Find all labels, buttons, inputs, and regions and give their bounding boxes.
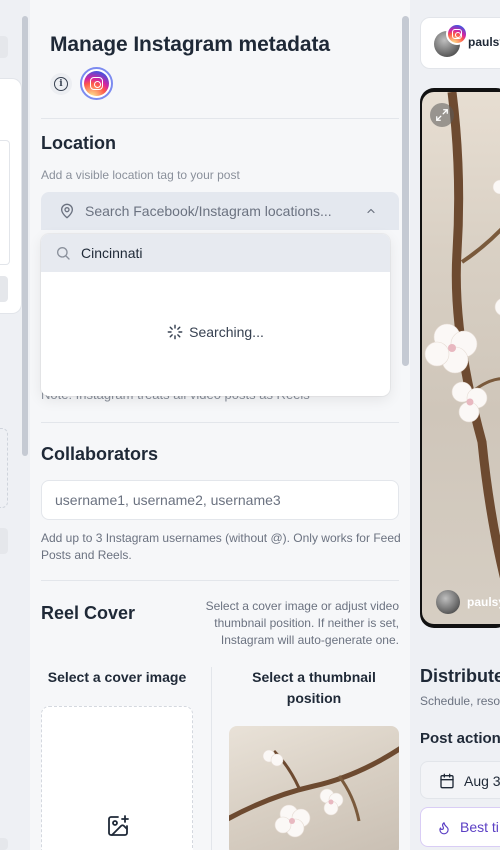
- panel-scrollbar[interactable]: [402, 16, 409, 366]
- image-plus-icon: [108, 815, 129, 836]
- avatar: [436, 590, 460, 614]
- distribute-subtitle: Schedule, reso: [420, 694, 500, 708]
- searching-text: Searching...: [189, 324, 264, 340]
- location-search-select[interactable]: Search Facebook/Instagram locations...: [41, 192, 399, 230]
- chevron-up-icon[interactable]: [365, 205, 377, 217]
- phone-preview: [420, 88, 500, 628]
- info-button[interactable]: i: [50, 73, 72, 95]
- cherry-blossom-image: [424, 92, 500, 579]
- cover-image-heading: Select a cover image: [47, 669, 187, 685]
- background-chip: [0, 36, 8, 58]
- search-icon: [57, 247, 70, 260]
- best-time-button[interactable]: Best ti: [420, 807, 500, 847]
- schedule-date-button[interactable]: Aug 3: [420, 761, 500, 799]
- section-divider: [41, 118, 399, 119]
- collaborators-title: Collaborators: [41, 444, 159, 464]
- cherry-blossom-image: [229, 746, 399, 838]
- thumbnail-preview-image[interactable]: [229, 726, 399, 850]
- schedule-date-label: Aug 3: [464, 773, 500, 789]
- calendar-icon: [440, 773, 454, 789]
- location-placeholder: Search Facebook/Instagram locations...: [85, 203, 332, 219]
- flame-icon: [439, 822, 449, 835]
- expand-preview-button[interactable]: [430, 103, 454, 127]
- background-chip: [0, 528, 8, 554]
- reel-cover-help: Select a cover image or adjust video thu…: [205, 599, 399, 647]
- expand-icon: [436, 109, 448, 121]
- instagram-badge-icon: [446, 23, 468, 45]
- cover-image-dropzone[interactable]: [41, 706, 193, 850]
- column-divider: [211, 667, 212, 850]
- location-subtitle: Add a visible location tag to your post: [41, 168, 240, 182]
- location-dropdown: Cincinnati Searching...: [41, 234, 390, 396]
- section-divider: [41, 422, 399, 423]
- loading-spinner-icon: [167, 324, 183, 340]
- background-field: [0, 140, 10, 265]
- searching-indicator: Searching...: [41, 324, 390, 340]
- background-chip: [0, 838, 8, 850]
- account-username: paulsy: [468, 35, 500, 49]
- post-action-label: Post action: [420, 730, 500, 747]
- location-title: Location: [41, 133, 116, 153]
- section-divider: [41, 580, 399, 581]
- preview-username: paulsy: [467, 595, 500, 609]
- info-icon: i: [54, 77, 68, 91]
- best-time-label: Best ti: [460, 819, 499, 835]
- location-search-value: Cincinnati: [81, 245, 143, 261]
- collaborators-input[interactable]: username1, username2, username3: [41, 480, 399, 520]
- location-search-input[interactable]: Cincinnati: [41, 234, 390, 272]
- thumbnail-position-heading: Select a thumbnail position: [252, 669, 376, 706]
- distribute-title: Distribute: [420, 666, 500, 686]
- preview-image: [422, 92, 500, 624]
- map-pin-icon: [61, 203, 73, 219]
- reel-cover-title: Reel Cover: [41, 603, 136, 623]
- background-chip: [0, 276, 8, 302]
- instagram-account-button[interactable]: [80, 67, 113, 100]
- collaborators-help: Add up to 3 Instagram usernames (without…: [41, 531, 401, 562]
- background-dropzone: [0, 428, 8, 508]
- collaborators-placeholder: username1, username2, username3: [55, 492, 281, 508]
- panel-title: Manage Instagram metadata: [50, 33, 330, 56]
- left-scrollbar[interactable]: [22, 16, 28, 456]
- instagram-icon: [84, 71, 109, 96]
